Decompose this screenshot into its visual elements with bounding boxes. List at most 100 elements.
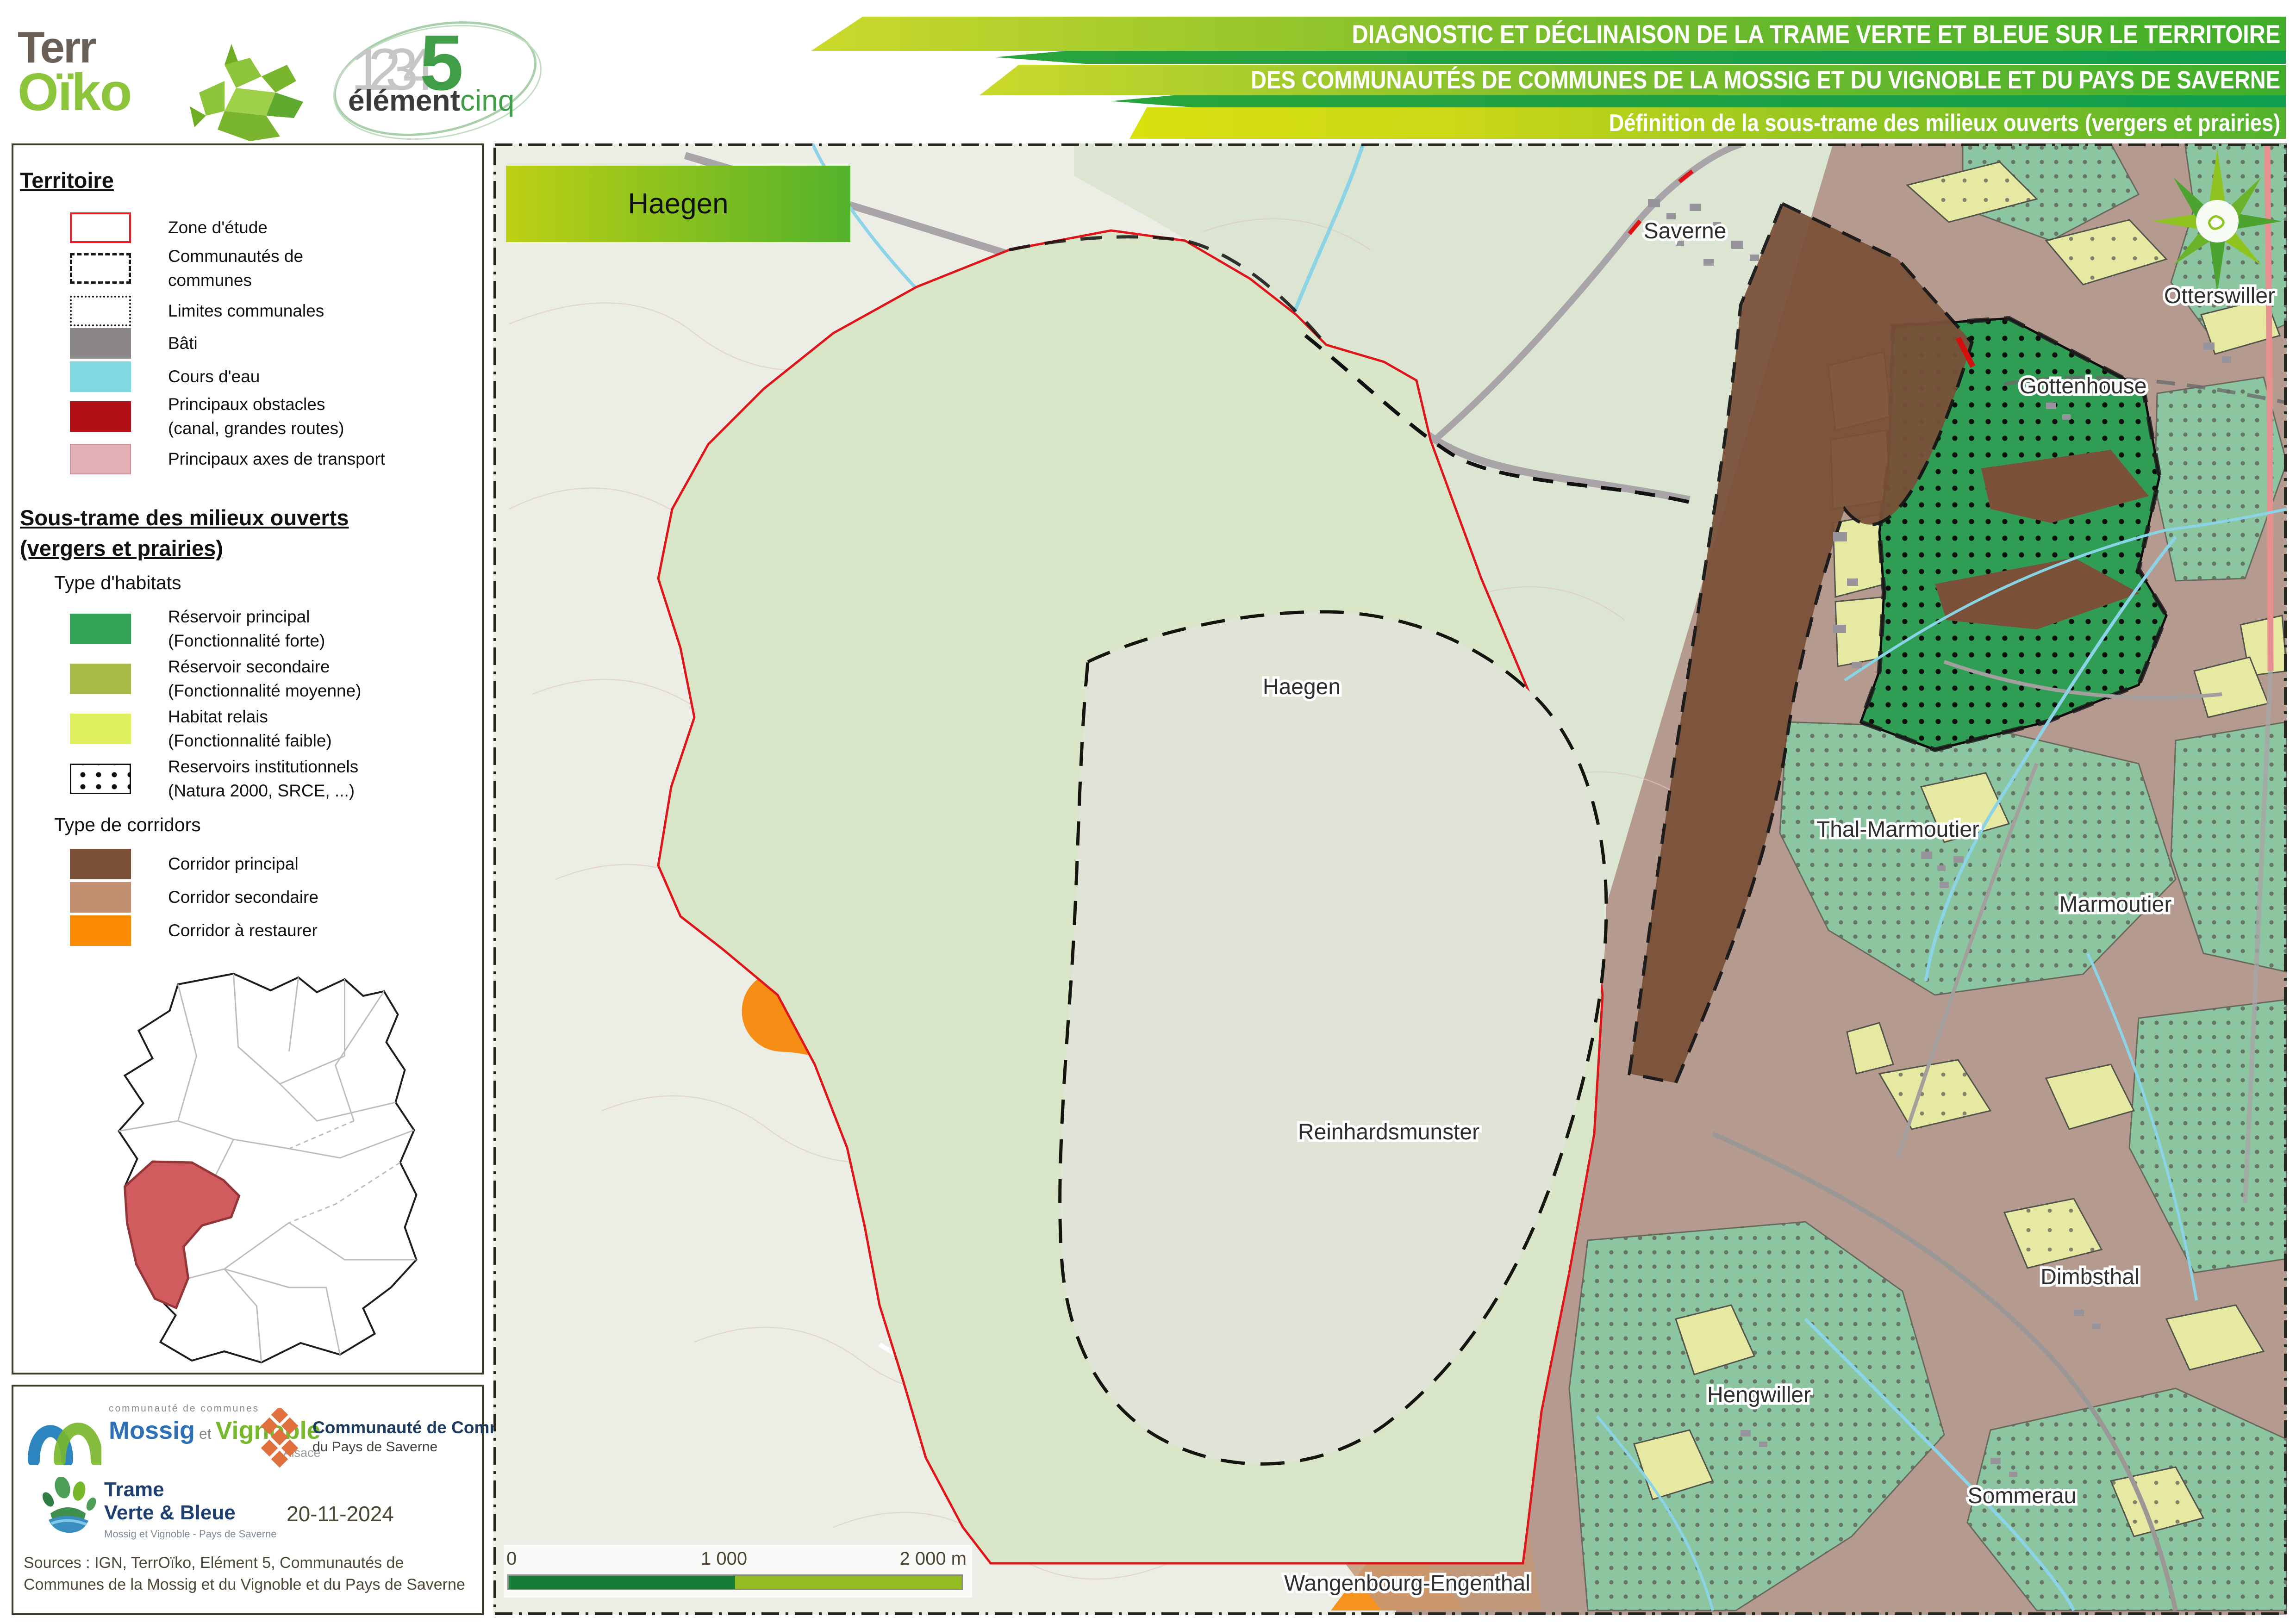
map-label-gottenhouse: Gottenhouse	[2020, 374, 2147, 398]
bati-label: Bâti	[168, 331, 198, 355]
map-label-thal-marmoutier: Thal-Marmoutier	[1816, 817, 1979, 842]
reservoir-principal-swatch	[70, 614, 131, 644]
bati-swatch	[70, 328, 131, 359]
scale-label-2000: 2 000 m	[899, 1548, 967, 1569]
map-label-reinhardsmunster: Reinhardsmunster	[1298, 1120, 1479, 1144]
axes-swatch	[70, 444, 131, 474]
banner-title-line2: DES COMMUNAUTÉS DE COMMUNES DE LA MOSSIG…	[980, 65, 2286, 95]
obstacles-swatch	[70, 401, 131, 432]
communautes-label: Communautés de	[168, 244, 303, 268]
corridor-restaurer-swatch	[70, 915, 131, 946]
banner-title-line1-text: DIAGNOSTIC ET DÉCLINAISON DE LA TRAME VE…	[1352, 19, 2286, 49]
scale-segment-dark	[509, 1576, 735, 1589]
legend-item-corridor-principal: Corridor principal	[13, 847, 482, 881]
habitat-relais-label2: (Fonctionnalité faible)	[168, 729, 332, 753]
elementcinq-word: élément	[348, 84, 460, 117]
reservoir-principal-label: Réservoir principal	[168, 605, 325, 629]
map-label-wangenbourg-engenthal: Wangenbourg-Engenthal	[1284, 1571, 1530, 1596]
legend-item-reservoir-principal: Réservoir principal(Fonctionnalité forte…	[13, 604, 482, 653]
soustrame-title-line2: (vergers et prairies)	[20, 533, 349, 564]
reservoirs-institutionnels-label: Reservoirs institutionnels	[168, 755, 358, 779]
scale-label-0: 0	[506, 1548, 517, 1569]
banner-accent-strip-2	[1111, 93, 2286, 107]
legend-soustrame-title: Sous-trame des milieux ouverts (vergers …	[20, 503, 349, 564]
banner-accent-strip-1	[995, 49, 2286, 64]
legend-item-zone-etude: Zone d'étude	[13, 211, 482, 244]
legend-habitats-title: Type d'habitats	[54, 572, 181, 594]
reservoir-secondaire-swatch	[70, 664, 131, 694]
limites-swatch	[70, 296, 131, 326]
legend-territoire-title: Territoire	[20, 168, 114, 193]
habitat-relais-swatch	[70, 714, 131, 744]
legend-item-bati: Bâti	[13, 327, 482, 360]
corridor-principal-swatch	[70, 849, 131, 879]
banner-title-line2-text: DES COMMUNAUTÉS DE COMMUNES DE LA MOSSIG…	[1251, 66, 2286, 94]
habitat-relais-label: Habitat relais	[168, 705, 332, 729]
map-label-saverne: Saverne	[1644, 219, 1727, 243]
corridor-secondaire-label: Corridor secondaire	[168, 885, 318, 909]
corridor-principal-label: Corridor principal	[168, 852, 299, 876]
main-map: Saverne Otterswiller Gottenhouse Haegen Thal…	[493, 143, 2287, 1615]
frog-icon	[181, 37, 315, 143]
obstacles-label: Principaux obstacles	[168, 392, 344, 417]
reservoir-secondaire-label2: (Fonctionnalité moyenne)	[168, 679, 362, 703]
map-date: 20-11-2024	[287, 1501, 394, 1526]
scale-bar: 0 1 000 2 000 m	[504, 1545, 972, 1598]
legend-panel: Territoire Zone d'étude Communautés deco…	[12, 143, 484, 1374]
terroiko-logo-oiko: Oïko	[18, 68, 131, 117]
mossig-et: et	[195, 1425, 215, 1442]
scale-segment-light	[735, 1576, 961, 1589]
communautes-swatch	[70, 253, 131, 284]
map-label-otterswiller: Otterswiller	[2164, 284, 2275, 308]
legend-item-corridor-secondaire: Corridor secondaire	[13, 881, 482, 914]
tvb-sub: Mossig et Vignoble - Pays de Saverne	[104, 1528, 277, 1540]
trame-verte-bleue-logo-text: Trame Verte & Bleue Mossig et Vignoble -…	[104, 1478, 277, 1540]
axes-label: Principaux axes de transport	[168, 447, 385, 471]
corridor-restaurer-label: Corridor à restaurer	[168, 919, 318, 943]
sources-text: Sources : IGN, TerrOïko, Elément 5, Comm…	[24, 1552, 470, 1596]
cours-eau-swatch	[70, 361, 131, 392]
tvb-line1: Trame	[104, 1478, 277, 1501]
elementcinq-logo: 12345 élémentcinq	[319, 14, 579, 143]
scale-bar-segments	[507, 1574, 963, 1590]
scale-label-1000: 1 000	[701, 1548, 747, 1569]
limites-label: Limites communales	[168, 299, 324, 323]
terroiko-logo-terr: Terr	[18, 27, 131, 68]
map-document-page: Terr Oïko 12345 élémentcinq DIAGNOSTIC E…	[0, 0, 2296, 1623]
banner-title-line1: DIAGNOSTIC ET DÉCLINAISON DE LA TRAME VE…	[811, 17, 2286, 51]
cours-eau-label: Cours d'eau	[168, 365, 260, 389]
soustrame-title-line1: Sous-trame des milieux ouverts	[20, 503, 349, 533]
mossig-name: Mossig	[109, 1417, 195, 1444]
overview-minimap	[36, 964, 434, 1371]
reservoirs-institutionnels-swatch	[70, 764, 131, 794]
legend-corridors-title: Type de corridors	[54, 814, 201, 836]
legend-item-habitat-relais: Habitat relais(Fonctionnalité faible)	[13, 704, 482, 753]
map-label-marmoutier: Marmoutier	[2059, 892, 2172, 917]
map-label-haegen: Haegen	[1263, 675, 1341, 699]
footer-logos-panel: communauté de communes Mossig et Vignobl…	[12, 1385, 484, 1615]
legend-item-communautes: Communautés decommunes	[13, 243, 482, 293]
terroiko-logo: Terr Oïko	[18, 27, 131, 117]
legend-item-obstacles: Principaux obstacles(canal, grandes rout…	[13, 392, 482, 442]
banner-subtitle-text: Définition de la sous-trame des milieux …	[1609, 109, 2286, 137]
banner-subtitle: Définition de la sous-trame des milieux …	[1129, 107, 2286, 139]
mossig-vignoble-logo-icon	[27, 1405, 101, 1465]
map-title-box: Haegen	[506, 166, 850, 242]
map-label-sommerau: Sommerau	[1968, 1484, 2077, 1508]
zone-etude-swatch	[70, 212, 131, 243]
obstacles-label2: (canal, grandes routes)	[168, 417, 344, 441]
map-label-hengwiller: Hengwiller	[1707, 1383, 1811, 1407]
zone-etude-label: Zone d'étude	[168, 216, 268, 240]
elementcinq-cinq: cinq	[460, 84, 514, 117]
legend-item-cours-eau: Cours d'eau	[13, 360, 482, 393]
communautes-label2: communes	[168, 268, 303, 292]
map-label-dimbsthal: Dimbsthal	[2040, 1265, 2139, 1289]
legend-item-corridor-restaurer: Corridor à restaurer	[13, 914, 482, 947]
legend-item-reservoirs-institutionnels: Reservoirs institutionnels(Natura 2000, …	[13, 754, 482, 803]
tvb-line2: Verte & Bleue	[104, 1501, 277, 1524]
pays-saverne-logo-icon	[254, 1408, 305, 1473]
legend-item-axes: Principaux axes de transport	[13, 442, 482, 476]
trame-verte-bleue-logo-icon	[40, 1477, 98, 1535]
legend-item-limites: Limites communales	[13, 294, 482, 328]
reservoir-principal-label2: (Fonctionnalité forte)	[168, 629, 325, 653]
